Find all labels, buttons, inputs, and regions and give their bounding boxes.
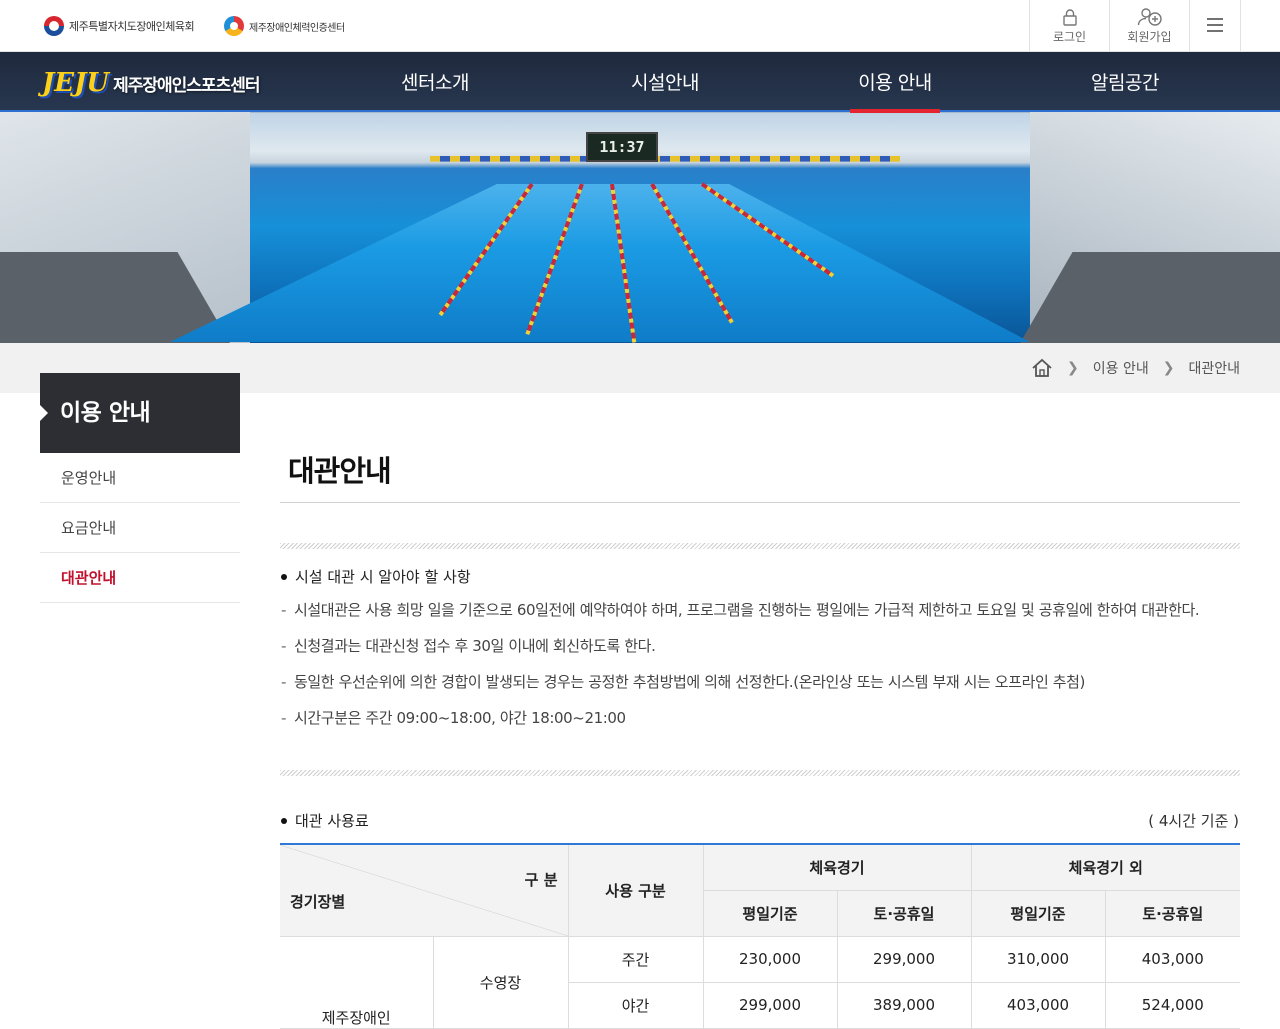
column-header-weekday: 평일기준 — [970, 889, 1106, 937]
org-link-fitness-center[interactable]: 제주장애인체력인증센터 — [224, 16, 345, 36]
list-item: - 동일한 우선순위에 의한 경합이 발생되는 경우는 공정한 추첨방법에 의해… — [281, 669, 1236, 695]
fee-cell: 389,000 — [836, 981, 972, 1029]
facility-group-cell: 제주장애인 — [280, 935, 434, 1029]
fee-cell: 310,000 — [970, 935, 1106, 983]
menu-button[interactable] — [1189, 0, 1241, 52]
bullet-icon — [281, 573, 287, 580]
sidebar-menu: 운영안내 요금안내 대관안내 — [40, 453, 240, 603]
site-logo[interactable]: JEJU 제주장애인스포츠센터 — [42, 68, 261, 98]
login-label: 로그인 — [1052, 29, 1087, 44]
chevron-right-icon: ❯ — [1067, 360, 1079, 376]
list-item-text: 시설대관은 사용 희망 일을 기준으로 60일전에 예약하여야 하며, 프로그램… — [294, 601, 1200, 619]
join-button[interactable]: 회원가입 — [1109, 0, 1189, 52]
join-label: 회원가입 — [1127, 29, 1172, 44]
rental-rules-list: - 시설대관은 사용 희망 일을 기준으로 60일전에 예약하여야 하며, 프로… — [281, 597, 1236, 741]
add-user-icon — [1137, 7, 1162, 26]
section-heading-text: 시설 대관 시 알아야 할 사항 — [295, 568, 471, 586]
fee-cell: 524,000 — [1104, 981, 1241, 1029]
sidebar-item-fees[interactable]: 요금안내 — [40, 503, 240, 553]
bullet-icon — [281, 817, 287, 824]
nav-facility-guide[interactable]: 시설안내 — [590, 68, 740, 95]
lock-icon — [1062, 8, 1077, 26]
section-heading-text: 대관 사용료 — [295, 812, 369, 830]
dash-marker: - — [281, 601, 287, 619]
list-item-text: 신청결과는 대관신청 접수 후 30일 이내에 회신하도록 한다. — [294, 637, 656, 655]
dash-marker: - — [281, 673, 287, 691]
hero-backstroke-flags — [430, 156, 900, 162]
column-header-holiday: 토·공휴일 — [1104, 889, 1241, 937]
org-name: 제주장애인체력인증센터 — [249, 22, 345, 34]
taegeuk-logo-icon — [44, 16, 64, 36]
table-corner-header: 구 분 경기장별 — [280, 843, 569, 937]
top-utility-bar: 제주특별자치도장애인체육회 제주장애인체력인증센터 로그인 회원가입 — [0, 0, 1280, 52]
period-cell: 야간 — [568, 981, 704, 1029]
home-icon[interactable] — [1031, 358, 1053, 378]
sidebar-title: 이용 안내 — [40, 373, 240, 453]
nav-usage-guide[interactable]: 이용 안내 — [820, 68, 970, 113]
section-heading-rental-fees: 대관 사용료 — [281, 810, 369, 831]
list-item: - 신청결과는 대관신청 접수 후 30일 이내에 회신하도록 한다. — [281, 633, 1236, 659]
login-button[interactable]: 로그인 — [1029, 0, 1109, 52]
fitness-center-logo-icon — [224, 16, 244, 36]
main-navigation: JEJU 제주장애인스포츠센터 센터소개 시설안내 이용 안내 알림공간 — [0, 52, 1280, 113]
list-item: - 시설대관은 사용 희망 일을 기준으로 60일전에 예약하여야 하며, 프로… — [281, 597, 1236, 623]
hatched-divider — [280, 543, 1240, 549]
org-link-sports-council[interactable]: 제주특별자치도장애인체육회 — [44, 16, 195, 36]
page-title: 대관안내 — [288, 454, 392, 488]
hero-pool-water — [170, 184, 1030, 342]
fee-cell: 230,000 — [702, 935, 838, 983]
dash-marker: - — [281, 709, 287, 727]
title-divider — [280, 502, 1240, 503]
column-group-non-sports: 체육경기 외 — [970, 843, 1241, 891]
table-row: 제주장애인 수영장 주간 230,000 299,000 310,000 403… — [280, 935, 1241, 1029]
fee-cell: 299,000 — [702, 981, 838, 1029]
fee-cell: 299,000 — [836, 935, 972, 983]
breadcrumb-item[interactable]: 이용 안내 — [1093, 358, 1149, 378]
rental-fee-table: 구 분 경기장별 사용 구분 체육경기 체육경기 외 평일기준 토·공휴일 평일… — [280, 843, 1241, 1029]
breadcrumb: ❯ 이용 안내 ❯ 대관안내 — [1031, 358, 1240, 378]
hamburger-icon — [1207, 18, 1223, 32]
nav-center-intro[interactable]: 센터소개 — [360, 68, 510, 95]
hatched-divider — [280, 770, 1240, 776]
chevron-right-icon: ❯ — [1162, 360, 1175, 376]
period-cell: 주간 — [567, 935, 704, 983]
sidebar-item-operation[interactable]: 운영안내 — [40, 453, 240, 503]
breadcrumb-item-current[interactable]: 대관안내 — [1188, 358, 1240, 378]
dash-marker: - — [281, 637, 287, 655]
fee-basis-note: ( 4시간 기준 ) — [1148, 812, 1239, 830]
facility-cell: 수영장 — [432, 935, 569, 1029]
list-item-text: 동일한 우선순위에 의한 경합이 발생되는 경우는 공정한 추첨방법에 의해 선… — [294, 673, 1085, 691]
column-group-sports: 체육경기 — [702, 843, 972, 891]
org-name: 제주특별자치도장애인체육회 — [69, 20, 195, 33]
fee-cell: 403,000 — [970, 981, 1106, 1029]
list-item-text: 시간구분은 주간 09:00~18:00, 야간 18:00~21:00 — [294, 709, 626, 727]
corner-label-top: 구 분 — [524, 871, 558, 889]
column-header-holiday: 토·공휴일 — [836, 889, 972, 937]
column-header-usage: 사용 구분 — [567, 843, 704, 937]
list-item: - 시간구분은 주간 09:00~18:00, 야간 18:00~21:00 — [281, 705, 1236, 731]
column-header-weekday: 평일기준 — [703, 889, 838, 937]
corner-label-bottom: 경기장별 — [290, 892, 346, 911]
sidebar-item-rental[interactable]: 대관안내 — [40, 553, 240, 603]
fee-cell: 403,000 — [1104, 935, 1241, 983]
section-heading-rental-rules: 시설 대관 시 알아야 할 사항 — [281, 566, 471, 587]
logo-text: 제주장애인스포츠센터 — [113, 75, 260, 96]
nav-notice[interactable]: 알림공간 — [1050, 68, 1200, 95]
logo-mark: JEJU — [42, 68, 110, 98]
hero-scoreboard-clock: 11:37 — [586, 132, 658, 162]
